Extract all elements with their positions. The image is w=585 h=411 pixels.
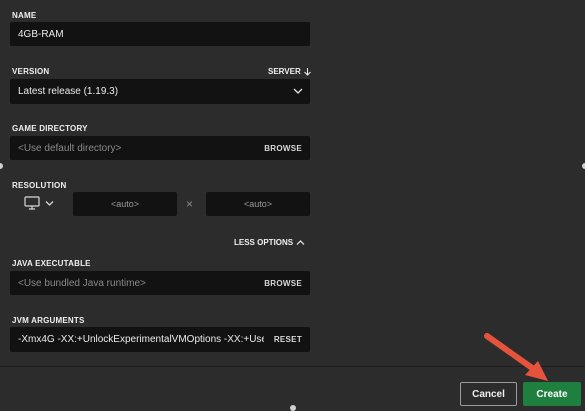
resolution-width-input[interactable]	[73, 198, 177, 210]
version-select[interactable]: Latest release (1.19.3)	[10, 79, 310, 104]
chevron-down-icon	[45, 200, 54, 206]
java-executable-label: JAVA EXECUTABLE	[12, 259, 91, 268]
resolution-width-field[interactable]	[73, 192, 177, 216]
left-edge-handle	[0, 163, 3, 169]
chevron-down-icon	[293, 88, 303, 94]
jvm-arguments-field[interactable]: RESET	[10, 327, 310, 352]
java-executable-field[interactable]: BROWSE	[10, 271, 310, 295]
jvm-arguments-label: JVM ARGUMENTS	[12, 316, 85, 325]
version-selected: Latest release (1.19.3)	[18, 86, 119, 97]
name-field[interactable]	[10, 22, 310, 46]
resolution-height-field[interactable]	[206, 192, 310, 216]
chevron-up-icon	[296, 240, 305, 245]
game-directory-label: GAME DIRECTORY	[12, 124, 88, 133]
jvm-arguments-reset-button[interactable]: RESET	[267, 327, 302, 352]
resolution-preset-dropdown[interactable]	[24, 196, 54, 210]
game-directory-field[interactable]: BROWSE	[10, 136, 310, 160]
game-directory-browse-button[interactable]: BROWSE	[264, 136, 302, 160]
name-label: NAME	[12, 11, 37, 20]
monitor-icon	[24, 196, 40, 210]
annotation-arrow-icon	[484, 333, 548, 381]
server-toggle[interactable]: SERVER	[268, 67, 311, 76]
java-executable-browse-button[interactable]: BROWSE	[264, 271, 302, 295]
jvm-arguments-input[interactable]	[10, 327, 310, 352]
resolution-label: RESOLUTION	[12, 181, 67, 190]
name-input[interactable]	[10, 22, 310, 46]
resolution-separator: ×	[186, 197, 194, 211]
bottom-edge-handle	[290, 405, 296, 411]
arrow-down-icon	[303, 67, 311, 76]
less-options-label: LESS OPTIONS	[234, 238, 294, 247]
server-label: SERVER	[268, 67, 301, 76]
version-label: VERSION	[12, 67, 50, 76]
less-options-toggle[interactable]: LESS OPTIONS	[234, 238, 305, 247]
resolution-height-input[interactable]	[206, 198, 310, 210]
